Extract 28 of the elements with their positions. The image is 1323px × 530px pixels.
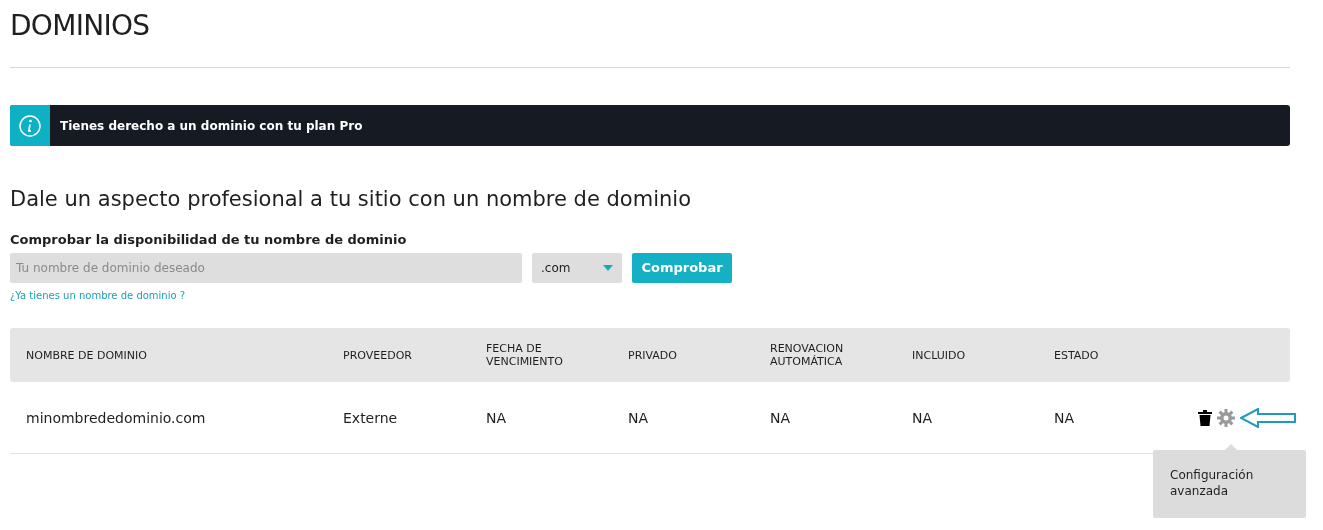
column-header: PRIVADO xyxy=(628,348,678,362)
table-cell: Externe xyxy=(343,409,398,426)
column-header: NOMBRE DE DOMINIO xyxy=(26,348,148,362)
column-header: RENOVACION AUTOMÁTICA xyxy=(770,342,845,368)
field-label: Comprobar la disponibilidad de tu nombre de dominio xyxy=(10,231,408,249)
table-cell: NA xyxy=(912,409,933,426)
column-header: PROVEEDOR xyxy=(343,348,413,362)
info-icon xyxy=(18,113,42,138)
table-cell: NA xyxy=(1054,409,1075,426)
column-header: ESTADO xyxy=(1054,348,1100,362)
table-cell: minombrededominio.com xyxy=(26,409,206,426)
column-header: FECHA DE VENCIMIENTO xyxy=(486,342,564,368)
settings-icon[interactable] xyxy=(1217,408,1235,427)
section-heading: Dale un aspecto profesional a tu sitio con un nombre de dominio xyxy=(10,186,692,213)
page-title: DOMINIOS xyxy=(10,8,151,44)
trash-icon[interactable] xyxy=(1198,409,1212,426)
table-cell: NA xyxy=(770,409,791,426)
domain-input-field[interactable]: Tu nombre de dominio deseado xyxy=(10,253,522,283)
tooltip-text: Configuración avanzada xyxy=(1170,467,1255,499)
existing-domain-link[interactable]: ¿Ya tienes un nombre de dominio ? xyxy=(10,288,186,303)
caret-icon xyxy=(603,265,613,271)
column-header: INCLUIDO xyxy=(912,348,967,362)
extension-dropdown[interactable]: .com xyxy=(532,253,622,283)
table-cell: NA xyxy=(628,409,649,426)
arrow-icon xyxy=(1240,407,1296,428)
check-button[interactable]: Comprobar xyxy=(632,253,732,283)
notice-text: Tienes derecho a un dominio con tu plan Pro xyxy=(60,117,363,135)
table-cell: NA xyxy=(486,409,507,426)
